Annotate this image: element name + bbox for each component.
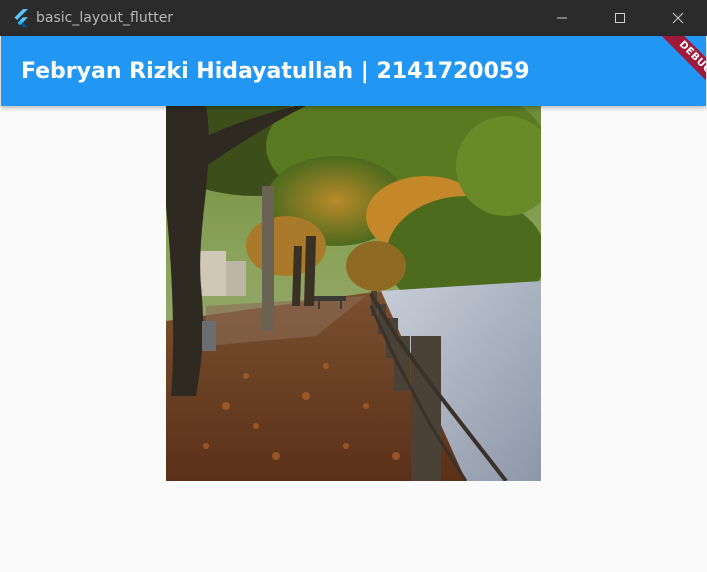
debug-banner: DEBUG bbox=[636, 36, 706, 106]
app-bar-title: Febryan Rizki Hidayatullah | 2141720059 bbox=[21, 58, 530, 84]
app-bar: Febryan Rizki Hidayatullah | 2141720059 bbox=[1, 36, 706, 106]
minimize-icon bbox=[557, 17, 567, 19]
close-button[interactable] bbox=[649, 0, 707, 36]
flutter-logo-icon bbox=[12, 9, 30, 27]
window-title: basic_layout_flutter bbox=[36, 10, 174, 26]
maximize-button[interactable] bbox=[591, 0, 649, 36]
minimize-button[interactable] bbox=[533, 0, 591, 36]
autumn-riverside-path-photo bbox=[166, 106, 541, 481]
app-window: basic_layout_flutter Febryan Rizki Hiday… bbox=[0, 0, 707, 572]
debug-banner-label: DEBUG bbox=[650, 36, 706, 103]
maximize-icon bbox=[615, 13, 625, 23]
close-icon bbox=[672, 12, 684, 24]
window-titlebar[interactable]: basic_layout_flutter bbox=[0, 0, 707, 36]
window-controls bbox=[533, 0, 707, 36]
